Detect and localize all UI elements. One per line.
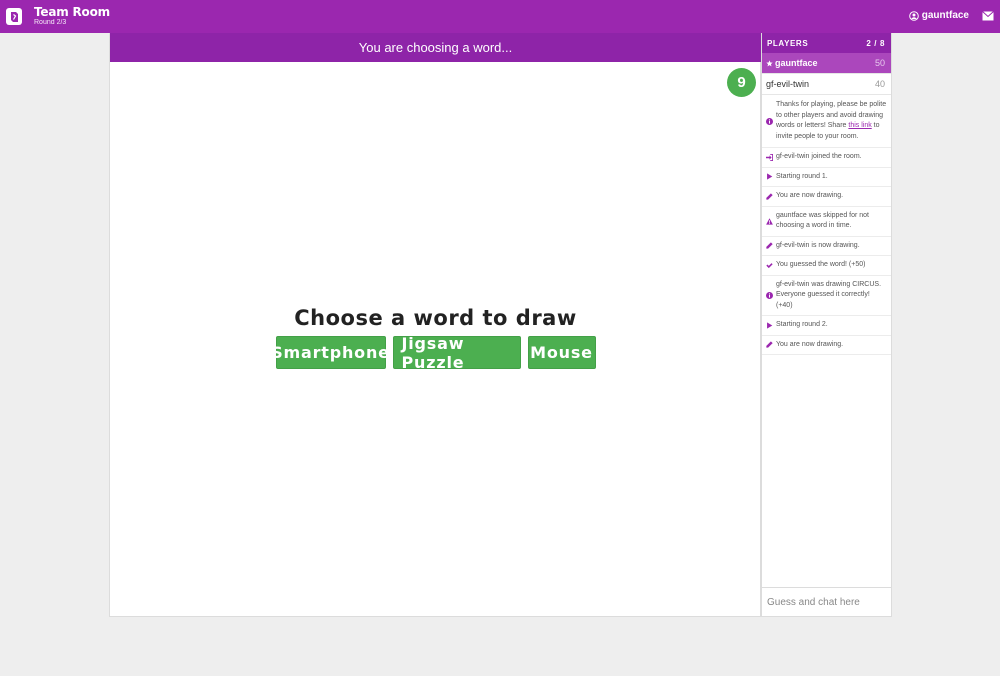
- word-choices: Smartphone Jigsaw Puzzle Mouse: [110, 334, 761, 372]
- player-name: gf-evil-twin: [766, 79, 810, 89]
- top-bar: Team Room Round 2/3 gauntface: [0, 0, 1000, 33]
- game-panel: You are choosing a word... 9 Choose a wo…: [109, 33, 761, 617]
- message-text: gf-evil-twin was drawing CIRCUS. Everyon…: [776, 280, 882, 309]
- chat-message: Thanks for playing, please be polite to …: [762, 95, 891, 148]
- chat-placeholder: Guess and chat here: [767, 596, 860, 608]
- share-link[interactable]: this link: [848, 122, 871, 129]
- word-option-smartphone[interactable]: Smartphone: [271, 336, 389, 369]
- chat-message: You guessed the word! (+50): [762, 256, 891, 276]
- warning-icon: [765, 217, 773, 225]
- word-option-jigsaw-puzzle[interactable]: Jigsaw Puzzle: [392, 334, 521, 372]
- message-text: You are now drawing.: [776, 192, 844, 199]
- message-text: gf-evil-twin joined the room.: [776, 153, 862, 160]
- username: gauntface: [921, 10, 969, 21]
- chat-message: gf-evil-twin is now drawing.: [762, 237, 891, 256]
- sign-in-icon: [765, 153, 773, 161]
- word-option-mouse[interactable]: Mouse: [527, 336, 596, 369]
- pencil-icon: [765, 193, 773, 200]
- status-text: You are choosing a word...: [358, 40, 513, 55]
- chat-message: You are now drawing.: [762, 187, 891, 207]
- chat-message: Starting round 1.: [762, 168, 891, 187]
- status-bar: You are choosing a word...: [110, 33, 761, 62]
- message-text: You are now drawing.: [776, 340, 844, 348]
- player-score: 50: [874, 58, 885, 68]
- info-icon: [765, 117, 773, 125]
- player-row[interactable]: gauntface 50: [762, 53, 891, 74]
- player-row[interactable]: gf-evil-twin 40: [762, 74, 891, 95]
- chat-message: gf-evil-twin was drawing CIRCUS. Everyon…: [762, 276, 891, 316]
- players-header: PLAYERS 2 / 8: [762, 33, 891, 53]
- logo-icon[interactable]: [6, 8, 22, 25]
- pencil-icon: [765, 242, 773, 249]
- mail-icon[interactable]: [982, 11, 994, 21]
- message-text: You guessed the word! (+50): [776, 261, 866, 268]
- chat-message: You are now drawing.: [762, 336, 891, 355]
- message-text: Starting round 2.: [776, 321, 828, 328]
- chat-message: Starting round 2.: [762, 316, 891, 336]
- players-count: 2 / 8: [866, 38, 885, 48]
- choose-word-title: Choose a word to draw: [294, 306, 577, 330]
- play-icon: [765, 322, 773, 329]
- pencil-icon: [765, 341, 773, 348]
- message-text: gauntface was skipped for not choosing a…: [776, 211, 870, 230]
- check-icon: [765, 262, 773, 269]
- user-circle-icon: [908, 10, 919, 21]
- play-icon: [765, 173, 773, 180]
- timer-badge: 9: [727, 68, 756, 97]
- player-score: 40: [874, 79, 885, 89]
- chat-log: Thanks for playing, please be polite to …: [762, 95, 891, 355]
- star-icon: [766, 59, 773, 66]
- chat-input[interactable]: Guess and chat here: [762, 587, 891, 616]
- user-menu[interactable]: gauntface: [908, 10, 969, 21]
- info-icon: [765, 291, 773, 299]
- players-label: PLAYERS: [767, 38, 809, 48]
- chat-message: gauntface was skipped for not choosing a…: [762, 207, 891, 237]
- round-label: Round 2/3: [34, 19, 67, 26]
- chat-message: gf-evil-twin joined the room.: [762, 148, 891, 168]
- message-text: Starting round 1.: [776, 172, 828, 180]
- message-text: gf-evil-twin is now drawing.: [776, 241, 860, 249]
- sidebar: PLAYERS 2 / 8 gauntface 50 gf-evil-twin …: [761, 33, 892, 617]
- room-title: Team Room: [34, 5, 110, 19]
- player-name: gauntface: [775, 58, 818, 68]
